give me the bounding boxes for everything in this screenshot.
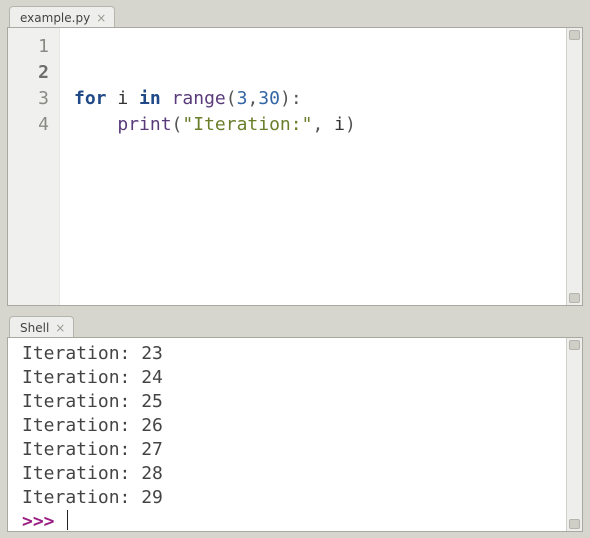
identifier: i [334,114,345,135]
editor-scrollbar[interactable] [566,28,582,305]
line-number: 1 [8,34,49,60]
code-line: for i in range(3,30): [74,86,566,112]
number: 3 [237,88,248,109]
close-icon[interactable]: × [55,322,65,334]
code-line [74,60,566,86]
text-cursor-icon [67,510,68,530]
shell-output-line: Iteration: 28 [22,462,566,486]
punct: ) [280,88,291,109]
code-line: print("Iteration:", i) [74,112,566,138]
punct: , [312,114,323,135]
punct: ) [345,114,356,135]
keyword-in: in [139,88,161,109]
builtin-range: range [172,88,226,109]
shell-output-line: Iteration: 29 [22,486,566,510]
identifier: i [117,88,128,109]
keyword-for: for [74,88,107,109]
line-number: 3 [8,86,49,112]
punct: ( [172,114,183,135]
shell-pane: Shell × Iteration: 23Iteration: 24Iterat… [7,314,583,532]
tab-example-py[interactable]: example.py × [9,6,115,28]
builtin-print: print [117,114,171,135]
shell-output-line: Iteration: 23 [22,342,566,366]
line-number: 4 [8,112,49,138]
line-number-gutter: 1 2 3 4 [8,28,60,305]
tab-label: example.py [20,11,90,25]
shell-frame: Iteration: 23Iteration: 24Iteration: 25I… [7,337,583,532]
tab-shell[interactable]: Shell × [9,316,74,338]
editor-pane: example.py × 1 2 3 4 for i in range(3,30… [7,4,583,306]
shell-output-line: Iteration: 24 [22,366,566,390]
shell-output-line: Iteration: 26 [22,414,566,438]
shell-output-line: Iteration: 25 [22,390,566,414]
punct: , [247,88,258,109]
editor-frame: 1 2 3 4 for i in range(3,30): print("Ite… [7,27,583,306]
number: 30 [258,88,280,109]
shell-tabbar: Shell × [7,314,583,338]
editor-body[interactable]: 1 2 3 4 for i in range(3,30): print("Ite… [8,28,566,305]
code-area[interactable]: for i in range(3,30): print("Iteration:"… [60,28,566,305]
shell-prompt: >>> [22,511,65,531]
scroll-arrow-down-icon[interactable] [569,293,580,303]
punct: ( [226,88,237,109]
shell-prompt-line[interactable]: >>> [22,510,566,531]
shell-output-line: Iteration: 27 [22,438,566,462]
close-icon[interactable]: × [96,12,106,24]
scroll-arrow-up-icon[interactable] [569,30,580,40]
punct: : [291,88,302,109]
shell-scrollbar[interactable] [566,338,582,531]
line-number: 2 [8,60,49,86]
code-line [74,34,566,60]
tab-label: Shell [20,321,49,335]
string: "Iteration:" [182,114,312,135]
shell-body[interactable]: Iteration: 23Iteration: 24Iteration: 25I… [8,338,566,531]
scroll-arrow-up-icon[interactable] [569,340,580,350]
space [323,114,334,135]
scroll-arrow-down-icon[interactable] [569,519,580,529]
editor-tabbar: example.py × [7,4,583,28]
indent [74,114,117,135]
